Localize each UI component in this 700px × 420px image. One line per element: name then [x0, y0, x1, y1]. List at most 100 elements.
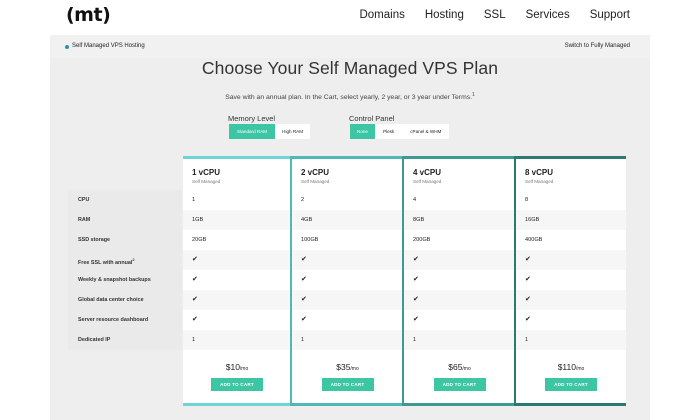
table-row-stripe	[404, 330, 515, 350]
backups-check-icon: ✔	[301, 276, 307, 283]
control-panel-toggle: None Plesk cPanel & WHM	[350, 124, 450, 139]
ram-value: 4GB	[301, 217, 313, 223]
site-logo[interactable]: (mt)	[66, 4, 111, 26]
plan-subtitle: Self Managed	[413, 179, 442, 184]
ram-value: 16GB	[525, 217, 540, 223]
column-divider	[514, 156, 516, 406]
memory-standard-option[interactable]: Standard RAM	[229, 124, 276, 139]
page-title: Choose Your Self Managed VPS Plan	[201, 58, 499, 78]
ssl-check-icon: ✔	[413, 256, 419, 263]
plan-name: 4 vCPU	[413, 168, 442, 177]
plan-name: 8 vCPU	[525, 168, 554, 177]
ram-value: 8GB	[413, 217, 425, 223]
datacenter-check-icon: ✔	[301, 296, 307, 303]
plan-price: $35/mo	[292, 362, 403, 372]
datacenter-check-icon: ✔	[525, 296, 531, 303]
price-period: /mo	[239, 366, 249, 372]
price-period: /mo	[575, 366, 585, 372]
plan-column-1vcpu: 1 vCPU Self Managed 1 1GB 20GB ✔ ✔ ✔ ✔ 1 $10/mo ADD…	[183, 156, 291, 406]
column-divider	[290, 156, 292, 406]
backups-check-icon: ✔	[525, 276, 531, 283]
dashboard-check-icon: ✔	[192, 316, 198, 323]
control-panel-label: Control Panel	[349, 114, 395, 123]
plan-price: $65/mo	[404, 362, 515, 372]
nav-domains[interactable]: Domains	[359, 9, 404, 21]
plan-bottom-bar	[292, 403, 403, 406]
table-row-stripe	[404, 290, 515, 310]
plan-top-bar	[404, 156, 515, 159]
backups-check-icon: ✔	[413, 276, 419, 283]
table-row-stripe	[292, 250, 403, 270]
table-row-stripe	[404, 250, 515, 270]
plan-subtitle: Self Managed	[301, 179, 330, 184]
add-to-cart-button[interactable]: ADD TO CART	[433, 378, 486, 391]
table-row-stripe	[183, 250, 291, 270]
panel-plesk-option[interactable]: Plesk	[374, 124, 403, 139]
row-label-ip: Dedicated IP	[68, 330, 182, 350]
site-header: (mt) Domains Hosting SSL Services Suppor…	[0, 0, 700, 34]
dashboard-check-icon: ✔	[525, 316, 531, 323]
ssd-value: 20GB	[192, 237, 207, 243]
row-label-backups: Weekly & snapshot backups	[68, 270, 182, 290]
row-label-ssl: Free SSL with annual2	[68, 250, 182, 270]
price-period: /mo	[350, 366, 359, 372]
plan-name: 1 vCPU	[192, 168, 221, 177]
add-to-cart-button[interactable]: ADD TO CART	[211, 378, 263, 391]
page-subtitle: Save with an annual plan. In the Cart, s…	[0, 92, 700, 101]
plan-column-2vcpu: 2 vCPU Self Managed 2 4GB 100GB ✔ ✔ ✔ ✔ 1 $35/mo AD…	[292, 156, 403, 406]
cpu-value: 8	[525, 197, 529, 203]
ip-value: 1	[192, 337, 196, 343]
plan-price: $10/mo	[183, 362, 291, 372]
ip-value: 1	[525, 337, 529, 343]
subtitle-text: Save with an annual plan. In the Cart, s…	[225, 94, 473, 102]
add-to-cart-button[interactable]: ADD TO CART	[545, 378, 597, 391]
price-amount: $10	[225, 362, 240, 372]
panel-none-option[interactable]: None	[350, 124, 375, 139]
row-label-ssd: SSD storage	[68, 230, 182, 250]
breadcrumb-bar: Self Managed VPS Hosting Switch to Fully…	[50, 35, 650, 58]
ssl-check-icon: ✔	[301, 256, 307, 263]
price-amount: $110	[557, 362, 576, 372]
plan-subtitle: Self Managed	[192, 179, 221, 184]
price-amount: $65	[448, 362, 463, 372]
price-period: /mo	[462, 366, 471, 372]
memory-level-toggle: Standard RAM High RAM	[229, 124, 311, 139]
plan-column-4vcpu: 4 vCPU Self Managed 4 8GB 200GB ✔ ✔ ✔ ✔ 1 $65/mo AD…	[404, 156, 515, 406]
ssd-value: 100GB	[301, 237, 319, 243]
ram-value: 1GB	[192, 217, 204, 223]
memory-level-label: Memory Level	[228, 114, 276, 123]
plan-column-8vcpu: 8 vCPU Self Managed 8 16GB 400GB ✔ ✔ ✔ ✔ 1 $110/mo…	[516, 156, 626, 406]
memory-high-option[interactable]: High RAM	[275, 124, 311, 139]
panel-cpanel-option[interactable]: cPanel & WHM	[402, 124, 450, 139]
table-row-stripe	[183, 330, 291, 350]
row-label-cpu: CPU	[68, 190, 182, 210]
row-label-ssl-footnote: 2	[132, 257, 135, 262]
plan-top-bar	[516, 156, 626, 159]
breadcrumb: Self Managed VPS Hosting	[72, 43, 145, 49]
plan-subtitle: Self Managed	[525, 179, 554, 184]
cpu-value: 4	[413, 197, 417, 203]
ssd-value: 400GB	[525, 237, 543, 243]
ip-value: 1	[413, 337, 417, 343]
nav-hosting[interactable]: Hosting	[425, 9, 464, 21]
plan-top-bar	[183, 156, 291, 159]
table-row-stripe	[183, 290, 291, 310]
row-label-ram: RAM	[68, 210, 182, 230]
plan-bottom-bar	[404, 403, 515, 406]
table-row-stripe	[516, 250, 626, 270]
price-amount: $35	[336, 362, 351, 372]
nav-ssl[interactable]: SSL	[484, 9, 506, 21]
switch-managed-link[interactable]: Switch to Fully Managed	[565, 43, 630, 49]
backups-check-icon: ✔	[192, 276, 198, 283]
add-to-cart-button[interactable]: ADD TO CART	[321, 378, 374, 391]
table-row-stripe	[292, 290, 403, 310]
nav-services[interactable]: Services	[526, 9, 570, 21]
table-row-stripe	[516, 330, 626, 350]
plan-price: $110/mo	[516, 362, 626, 372]
nav-support[interactable]: Support	[590, 9, 630, 21]
plan-bottom-bar	[516, 403, 626, 406]
ssl-check-icon: ✔	[192, 256, 198, 263]
table-row-stripe	[292, 330, 403, 350]
subtitle-footnote: 1	[472, 92, 475, 98]
table-row-stripe	[516, 290, 626, 310]
